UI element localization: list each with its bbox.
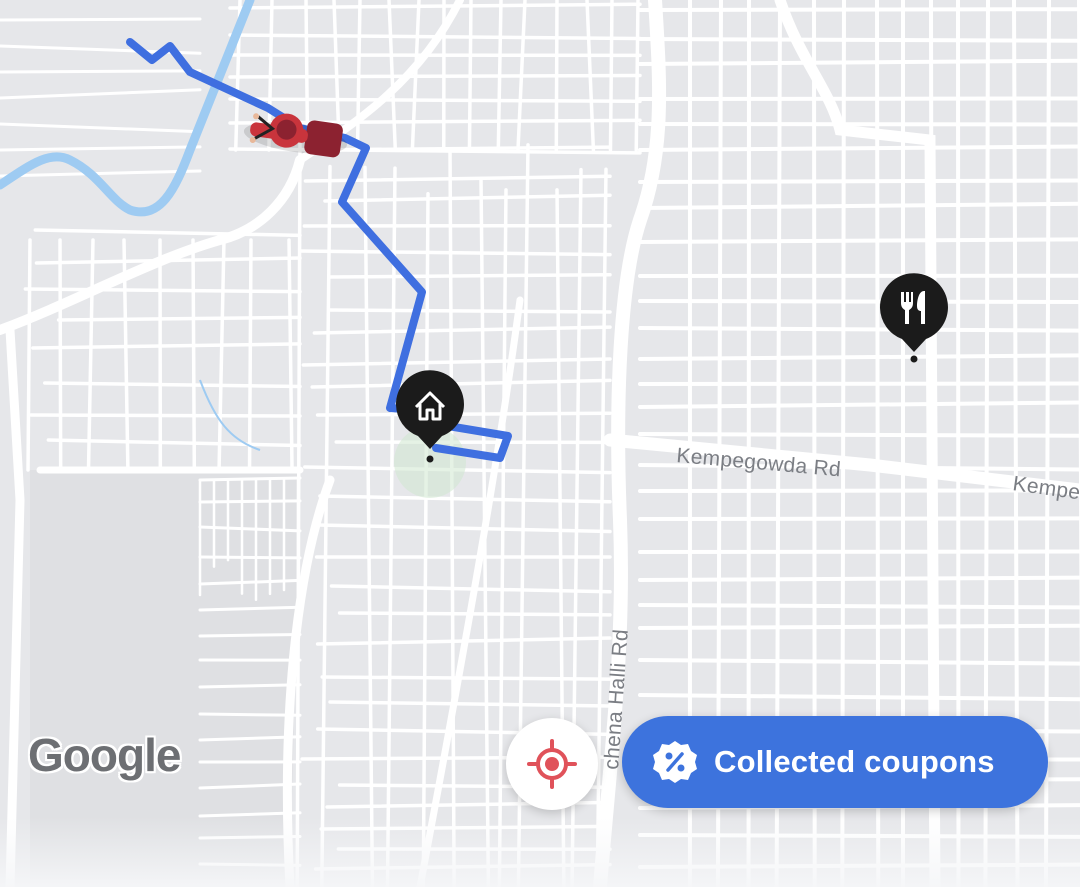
google-attribution: Google: [28, 729, 181, 781]
crosshair-target-icon: [527, 739, 577, 789]
percent-badge-icon: [653, 741, 697, 783]
map-view[interactable]: Kempegowda Rd Kempe chena Halli Rd Googl…: [0, 0, 1080, 887]
collected-coupons-button[interactable]: Collected coupons: [622, 716, 1048, 808]
locate-me-button[interactable]: [506, 718, 598, 810]
bottom-fade: [0, 817, 1080, 887]
collected-coupons-label: Collected coupons: [714, 744, 995, 779]
